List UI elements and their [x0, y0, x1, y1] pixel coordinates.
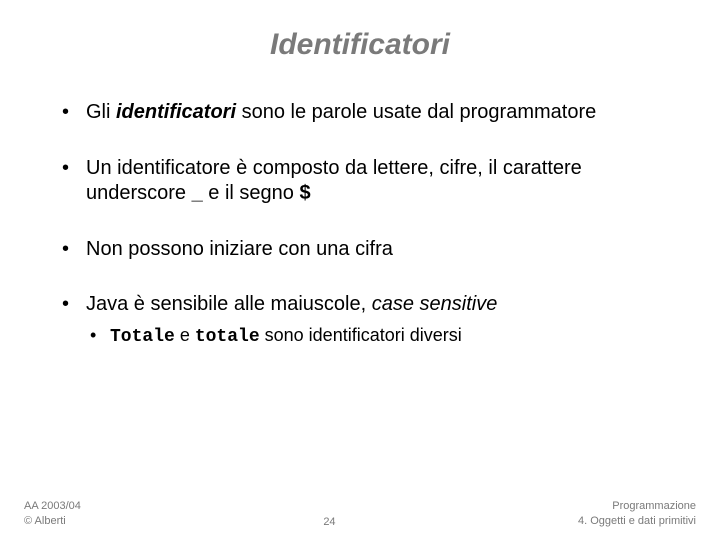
sub-bullet-1: Totale e totale sono identificatori dive…: [86, 324, 664, 349]
footer-year: AA 2003/04: [24, 499, 81, 513]
footer-course: Programmazione: [578, 499, 696, 513]
bullet-list: Gli identificatori sono le parole usate …: [56, 100, 664, 349]
text: Un identificatore è composto da lettere,…: [86, 157, 582, 205]
footer-author: © Alberti: [24, 514, 81, 528]
bullet-2: Un identificatore è composto da lettere,…: [56, 156, 664, 207]
code-totale-lower: totale: [195, 327, 260, 347]
text: sono le parole usate dal programmatore: [236, 101, 596, 123]
text: Non possono iniziare con una cifra: [86, 238, 393, 260]
text: Gli: [86, 101, 116, 123]
text: e: [175, 325, 195, 345]
bullet-1: Gli identificatori sono le parole usate …: [56, 100, 664, 126]
bullet-3: Non possono iniziare con una cifra: [56, 237, 664, 263]
term-identificatori: identificatori: [116, 101, 236, 123]
bullet-4: Java è sensibile alle maiuscole, case se…: [56, 292, 664, 349]
sub-list: Totale e totale sono identificatori dive…: [86, 324, 664, 349]
text: e il segno: [203, 182, 300, 204]
underscore-char: _: [192, 182, 203, 204]
footer-right: Programmazione 4. Oggetti e dati primiti…: [578, 499, 696, 528]
footer-left: AA 2003/04 © Alberti: [24, 499, 81, 528]
slide-title: Identificatori: [0, 0, 720, 72]
footer-page-number: 24: [81, 516, 578, 528]
text: sono identificatori diversi: [260, 325, 462, 345]
term-case-sensitive: case sensitive: [372, 293, 498, 315]
dollar-char: $: [299, 182, 310, 204]
slide-content: Gli identificatori sono le parole usate …: [0, 72, 720, 349]
footer-chapter: 4. Oggetti e dati primitivi: [578, 514, 696, 528]
slide-footer: AA 2003/04 © Alberti 24 Programmazione 4…: [0, 499, 720, 528]
text: Java è sensibile alle maiuscole,: [86, 293, 372, 315]
code-totale-upper: Totale: [110, 327, 175, 347]
